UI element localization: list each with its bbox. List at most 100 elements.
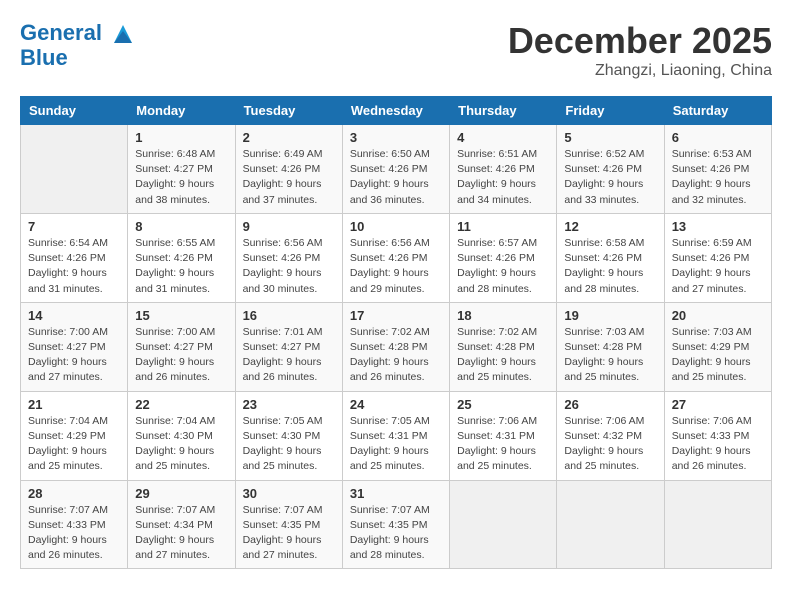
day-info: Sunrise: 7:04 AM Sunset: 4:29 PM Dayligh…	[28, 414, 120, 475]
day-number: 21	[28, 397, 120, 412]
day-info: Sunrise: 6:54 AM Sunset: 4:26 PM Dayligh…	[28, 236, 120, 297]
day-number: 5	[564, 130, 656, 145]
day-info: Sunrise: 6:56 AM Sunset: 4:26 PM Dayligh…	[350, 236, 442, 297]
calendar-cell: 24 Sunrise: 7:05 AM Sunset: 4:31 PM Dayli…	[342, 391, 449, 480]
day-number: 19	[564, 308, 656, 323]
day-info: Sunrise: 7:03 AM Sunset: 4:28 PM Dayligh…	[564, 325, 656, 386]
day-number: 26	[564, 397, 656, 412]
calendar-week-2: 7 Sunrise: 6:54 AM Sunset: 4:26 PM Daylig…	[21, 213, 772, 302]
day-number: 29	[135, 486, 227, 501]
calendar-cell: 26 Sunrise: 7:06 AM Sunset: 4:32 PM Dayli…	[557, 391, 664, 480]
calendar-cell: 30 Sunrise: 7:07 AM Sunset: 4:35 PM Dayli…	[235, 480, 342, 569]
calendar-cell: 9 Sunrise: 6:56 AM Sunset: 4:26 PM Daylig…	[235, 213, 342, 302]
weekday-header-tuesday: Tuesday	[235, 97, 342, 125]
calendar-week-3: 14Sunrise: 7:00 AM Sunset: 4:27 PM Dayli…	[21, 302, 772, 391]
day-info: Sunrise: 7:07 AM Sunset: 4:34 PM Dayligh…	[135, 503, 227, 564]
calendar-cell: 1 Sunrise: 6:48 AM Sunset: 4:27 PM Daylig…	[128, 125, 235, 214]
calendar-cell: 8Sunrise: 6:55 AM Sunset: 4:26 PM Daylig…	[128, 213, 235, 302]
calendar-table: SundayMondayTuesdayWednesdayThursdayFrid…	[20, 96, 772, 569]
day-number: 23	[243, 397, 335, 412]
day-number: 9	[243, 219, 335, 234]
day-info: Sunrise: 6:59 AM Sunset: 4:26 PM Dayligh…	[672, 236, 764, 297]
calendar-cell: 17Sunrise: 7:02 AM Sunset: 4:28 PM Dayli…	[342, 302, 449, 391]
day-number: 27	[672, 397, 764, 412]
calendar-week-1: 1 Sunrise: 6:48 AM Sunset: 4:27 PM Daylig…	[21, 125, 772, 214]
day-number: 13	[672, 219, 764, 234]
day-info: Sunrise: 6:48 AM Sunset: 4:27 PM Dayligh…	[135, 147, 227, 208]
day-info: Sunrise: 7:00 AM Sunset: 4:27 PM Dayligh…	[28, 325, 120, 386]
day-number: 24	[350, 397, 442, 412]
calendar-cell	[21, 125, 128, 214]
calendar-cell: 22 Sunrise: 7:04 AM Sunset: 4:30 PM Dayli…	[128, 391, 235, 480]
calendar-cell: 6 Sunrise: 6:53 AM Sunset: 4:26 PM Daylig…	[664, 125, 771, 214]
day-info: Sunrise: 7:00 AM Sunset: 4:27 PM Dayligh…	[135, 325, 227, 386]
day-number: 6	[672, 130, 764, 145]
day-info: Sunrise: 7:07 AM Sunset: 4:35 PM Dayligh…	[243, 503, 335, 564]
day-number: 2	[243, 130, 335, 145]
day-info: Sunrise: 7:05 AM Sunset: 4:31 PM Dayligh…	[350, 414, 442, 475]
day-info: Sunrise: 7:06 AM Sunset: 4:31 PM Dayligh…	[457, 414, 549, 475]
calendar-cell: 31 Sunrise: 7:07 AM Sunset: 4:35 PM Dayli…	[342, 480, 449, 569]
day-info: Sunrise: 7:05 AM Sunset: 4:30 PM Dayligh…	[243, 414, 335, 475]
day-info: Sunrise: 6:49 AM Sunset: 4:26 PM Dayligh…	[243, 147, 335, 208]
calendar-cell: 25 Sunrise: 7:06 AM Sunset: 4:31 PM Dayli…	[450, 391, 557, 480]
calendar-cell: 28 Sunrise: 7:07 AM Sunset: 4:33 PM Dayli…	[21, 480, 128, 569]
calendar-cell: 10Sunrise: 6:56 AM Sunset: 4:26 PM Dayli…	[342, 213, 449, 302]
calendar-cell: 11 Sunrise: 6:57 AM Sunset: 4:26 PM Dayli…	[450, 213, 557, 302]
day-number: 11	[457, 219, 549, 234]
day-info: Sunrise: 7:06 AM Sunset: 4:33 PM Dayligh…	[672, 414, 764, 475]
calendar-week-4: 21 Sunrise: 7:04 AM Sunset: 4:29 PM Dayli…	[21, 391, 772, 480]
calendar-cell: 4 Sunrise: 6:51 AM Sunset: 4:26 PM Daylig…	[450, 125, 557, 214]
calendar-cell: 20Sunrise: 7:03 AM Sunset: 4:29 PM Dayli…	[664, 302, 771, 391]
day-number: 16	[243, 308, 335, 323]
day-info: Sunrise: 6:53 AM Sunset: 4:26 PM Dayligh…	[672, 147, 764, 208]
calendar-cell: 3Sunrise: 6:50 AM Sunset: 4:26 PM Daylig…	[342, 125, 449, 214]
day-number: 1	[135, 130, 227, 145]
logo-line2: Blue	[20, 45, 132, 70]
day-number: 20	[672, 308, 764, 323]
calendar-cell: 18Sunrise: 7:02 AM Sunset: 4:28 PM Dayli…	[450, 302, 557, 391]
title-block: December 2025 Zhangzi, Liaoning, China	[508, 20, 772, 80]
day-info: Sunrise: 7:06 AM Sunset: 4:32 PM Dayligh…	[564, 414, 656, 475]
day-number: 30	[243, 486, 335, 501]
calendar-cell: 12 Sunrise: 6:58 AM Sunset: 4:26 PM Dayli…	[557, 213, 664, 302]
logo: General Blue	[20, 20, 132, 71]
location-subtitle: Zhangzi, Liaoning, China	[508, 62, 772, 80]
calendar-cell: 13 Sunrise: 6:59 AM Sunset: 4:26 PM Dayli…	[664, 213, 771, 302]
weekday-header-monday: Monday	[128, 97, 235, 125]
day-info: Sunrise: 7:07 AM Sunset: 4:33 PM Dayligh…	[28, 503, 120, 564]
day-info: Sunrise: 6:52 AM Sunset: 4:26 PM Dayligh…	[564, 147, 656, 208]
day-info: Sunrise: 7:02 AM Sunset: 4:28 PM Dayligh…	[457, 325, 549, 386]
day-info: Sunrise: 6:56 AM Sunset: 4:26 PM Dayligh…	[243, 236, 335, 297]
logo-icon	[110, 23, 132, 45]
day-number: 12	[564, 219, 656, 234]
day-number: 22	[135, 397, 227, 412]
day-info: Sunrise: 7:01 AM Sunset: 4:27 PM Dayligh…	[243, 325, 335, 386]
weekday-header-saturday: Saturday	[664, 97, 771, 125]
day-number: 28	[28, 486, 120, 501]
calendar-cell: 19 Sunrise: 7:03 AM Sunset: 4:28 PM Dayli…	[557, 302, 664, 391]
day-number: 4	[457, 130, 549, 145]
day-number: 7	[28, 219, 120, 234]
day-number: 17	[350, 308, 442, 323]
day-info: Sunrise: 7:04 AM Sunset: 4:30 PM Dayligh…	[135, 414, 227, 475]
day-number: 8	[135, 219, 227, 234]
weekday-header-sunday: Sunday	[21, 97, 128, 125]
day-info: Sunrise: 6:58 AM Sunset: 4:26 PM Dayligh…	[564, 236, 656, 297]
weekday-header-friday: Friday	[557, 97, 664, 125]
day-info: Sunrise: 7:07 AM Sunset: 4:35 PM Dayligh…	[350, 503, 442, 564]
calendar-cell: 5 Sunrise: 6:52 AM Sunset: 4:26 PM Daylig…	[557, 125, 664, 214]
weekday-header-row: SundayMondayTuesdayWednesdayThursdayFrid…	[21, 97, 772, 125]
calendar-cell: 27 Sunrise: 7:06 AM Sunset: 4:33 PM Dayli…	[664, 391, 771, 480]
day-number: 31	[350, 486, 442, 501]
day-number: 25	[457, 397, 549, 412]
day-info: Sunrise: 6:51 AM Sunset: 4:26 PM Dayligh…	[457, 147, 549, 208]
calendar-cell: 16 Sunrise: 7:01 AM Sunset: 4:27 PM Dayli…	[235, 302, 342, 391]
weekday-header-wednesday: Wednesday	[342, 97, 449, 125]
weekday-header-thursday: Thursday	[450, 97, 557, 125]
calendar-cell: 15 Sunrise: 7:00 AM Sunset: 4:27 PM Dayli…	[128, 302, 235, 391]
calendar-cell: 14Sunrise: 7:00 AM Sunset: 4:27 PM Dayli…	[21, 302, 128, 391]
day-info: Sunrise: 6:57 AM Sunset: 4:26 PM Dayligh…	[457, 236, 549, 297]
day-number: 3	[350, 130, 442, 145]
day-number: 15	[135, 308, 227, 323]
